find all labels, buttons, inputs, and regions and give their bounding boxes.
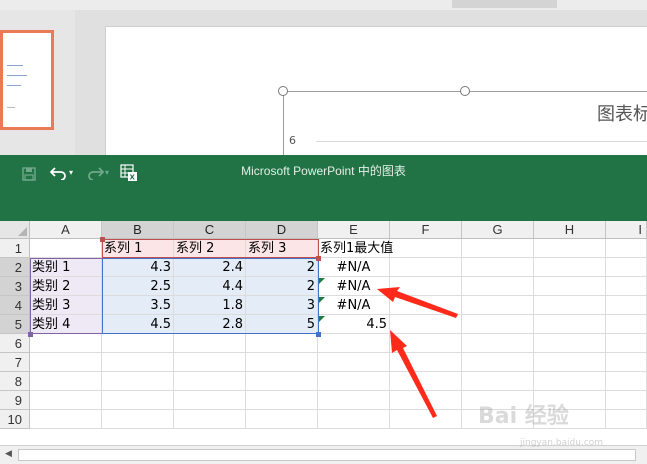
watermark-url: jingyan.baidu.com [520, 438, 604, 448]
annotation-arrows [377, 287, 458, 418]
watermark-logo: Bai 经验 [478, 404, 569, 429]
arrow-icon-pointing-e5 [390, 330, 437, 418]
arrow-icon-pointing-e3 [377, 287, 458, 318]
